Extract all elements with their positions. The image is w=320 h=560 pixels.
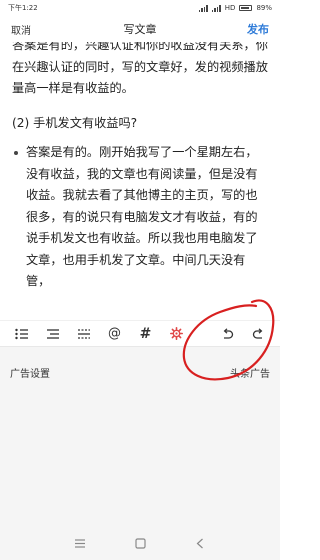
menu-nav-button[interactable] bbox=[68, 533, 92, 553]
ad-settings-panel: 广告设置 头条广告 bbox=[0, 346, 280, 526]
cancel-button[interactable]: 取消 bbox=[11, 22, 31, 37]
undo-icon bbox=[223, 327, 234, 339]
article-editor[interactable]: 答案是有的，兴趣认证和你的收益没有关系，你在兴趣认证的同时，写的文章好，发的视频… bbox=[0, 42, 280, 314]
format-toolbar: @ # bbox=[0, 320, 280, 346]
signal-icon-2 bbox=[211, 4, 221, 12]
undo-button[interactable] bbox=[212, 321, 243, 347]
article-paragraph: 答案是有的，兴趣认证和你的收益没有关系，你在兴趣认证的同时，写的文章好，发的视频… bbox=[12, 42, 268, 95]
bullet-dot bbox=[14, 151, 18, 155]
status-bar: 下午1:22 HD 89% bbox=[0, 0, 280, 16]
settings-button[interactable] bbox=[161, 321, 192, 347]
back-chevron-icon bbox=[196, 538, 203, 548]
hashtag-button[interactable]: # bbox=[130, 321, 161, 347]
battery-percent: 89% bbox=[256, 4, 272, 12]
menu-icon bbox=[75, 538, 85, 548]
page-title: 写文章 bbox=[123, 23, 157, 36]
network-type: HD bbox=[224, 4, 236, 12]
bullet-text: 答案是有的。刚开始我写了一个星期左右，没有收益，我的文章也有阅读量，但是没有收益… bbox=[26, 145, 258, 288]
list-bullet-button[interactable] bbox=[6, 321, 37, 347]
list-indent-button[interactable] bbox=[37, 321, 68, 347]
gear-icon bbox=[170, 327, 183, 340]
list-bullet-icon bbox=[14, 328, 28, 339]
home-nav-button[interactable] bbox=[128, 533, 152, 553]
list-indent-icon bbox=[46, 328, 59, 339]
system-nav-bar bbox=[0, 526, 280, 560]
status-indicators: HD 89% bbox=[198, 4, 272, 12]
ad-settings-row[interactable]: 广告设置 头条广告 bbox=[0, 365, 280, 380]
publish-button[interactable]: 发布 bbox=[247, 21, 269, 37]
home-square-icon bbox=[134, 537, 146, 549]
back-nav-button[interactable] bbox=[188, 533, 212, 553]
article-heading: (2) 手机发文有收益吗? bbox=[12, 115, 138, 130]
redo-button[interactable] bbox=[243, 321, 274, 347]
divider-icon bbox=[77, 328, 90, 339]
status-time: 下午1:22 bbox=[8, 4, 38, 12]
signal-icon bbox=[198, 4, 208, 12]
ad-settings-label: 广告设置 bbox=[10, 369, 50, 380]
bullet-list-item: 答案是有的。刚开始我写了一个星期左右，没有收益，我的文章也有阅读量，但是没有收益… bbox=[12, 142, 268, 293]
divider-button[interactable] bbox=[68, 321, 99, 347]
editor-header: 取消 写文章 发布 bbox=[0, 16, 280, 42]
redo-icon bbox=[252, 327, 263, 339]
mention-button[interactable]: @ bbox=[99, 321, 130, 347]
toutiao-ad-option[interactable]: 头条广告 bbox=[230, 365, 270, 380]
battery-icon bbox=[239, 5, 253, 11]
